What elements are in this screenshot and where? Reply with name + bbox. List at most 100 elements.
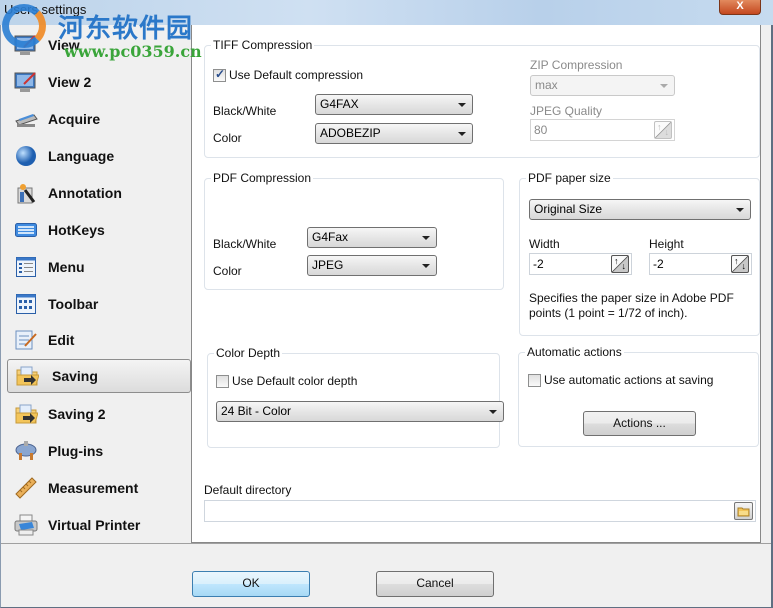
sidebar-item-label: Language: [48, 147, 115, 164]
tiff-color-select[interactable]: ADOBEZIP: [315, 123, 473, 144]
edit-document-icon: [14, 328, 38, 352]
jpeg-quality-label: JPEG Quality: [530, 104, 603, 118]
sidebar-item-annotation[interactable]: Annotation: [7, 175, 191, 210]
pdf-compression-group: PDF Compression Black/White G4Fax Color …: [204, 171, 504, 290]
sidebar-item-menu[interactable]: Menu: [7, 249, 191, 284]
close-button[interactable]: X: [719, 0, 761, 15]
sidebar-item-label: Virtual Printer: [48, 516, 141, 533]
tiff-bw-select[interactable]: G4FAX: [315, 94, 473, 115]
pdf-color-label: Color: [213, 264, 242, 278]
sidebar-item-hotkeys[interactable]: HotKeys: [7, 212, 191, 247]
spinner-value: -2: [653, 257, 664, 271]
sidebar-item-view-2[interactable]: View 2: [7, 64, 191, 99]
pdf-bw-select[interactable]: G4Fax: [307, 227, 437, 248]
select-value: ADOBEZIP: [320, 126, 381, 140]
checkbox-label: Use Default compression: [229, 68, 364, 82]
menu-list-icon: [14, 255, 38, 279]
group-title: Color Depth: [214, 346, 283, 360]
group-title: TIFF Compression: [211, 38, 315, 52]
browse-folder-button[interactable]: [734, 502, 753, 520]
spin-arrows-icon[interactable]: ↑ ↓: [731, 255, 749, 273]
sidebar-item-label: View: [48, 36, 80, 53]
sidebar-item-measurement[interactable]: Measurement: [7, 470, 191, 505]
checkbox-unchecked-icon: [528, 373, 541, 387]
tiff-use-default-checkbox[interactable]: Use Default compression: [213, 67, 364, 82]
sidebar-item-label: Measurement: [48, 479, 139, 496]
chevron-down-icon: [458, 103, 466, 107]
actions-button[interactable]: Actions ...: [583, 411, 696, 436]
monitor-pen-icon: [14, 33, 38, 57]
spin-arrows-icon[interactable]: ↑ ↓: [611, 255, 629, 273]
spinner-value: 80: [534, 123, 548, 137]
checkbox-label: Use Default color depth: [232, 374, 358, 388]
color-depth-select[interactable]: 24 Bit - Color: [216, 401, 504, 422]
sidebar-item-plug-ins[interactable]: Plug-ins: [7, 433, 191, 468]
folder-icon: [737, 507, 749, 516]
select-value: JPEG: [312, 258, 344, 272]
sidebar-item-acquire[interactable]: Acquire: [7, 101, 191, 136]
color-depth-use-default-checkbox[interactable]: Use Default color depth: [216, 374, 357, 388]
chevron-down-icon: [736, 208, 744, 212]
pdf-height-spinner[interactable]: -2 ↑ ↓: [649, 253, 752, 275]
select-value: G4Fax: [312, 230, 349, 244]
ruler-icon: [14, 476, 38, 500]
checkbox-checked-icon: [213, 67, 226, 82]
tiff-compression-group: TIFF Compression Use Default compression…: [204, 38, 760, 158]
sidebar-item-label: Toolbar: [48, 295, 99, 312]
select-value: 24 Bit - Color: [221, 404, 292, 418]
default-directory-label: Default directory: [204, 483, 292, 497]
pdf-height-label: Height: [649, 237, 684, 251]
spinner-value: -2: [533, 257, 544, 271]
saving-settings-panel: TIFF Compression Use Default compression…: [191, 25, 761, 543]
tiff-color-label: Color: [213, 131, 242, 145]
cancel-button[interactable]: Cancel: [376, 571, 494, 597]
spin-arrows-icon[interactable]: ↑ ↓: [654, 121, 672, 139]
footer-separator: [1, 543, 771, 544]
chevron-down-icon: [660, 84, 668, 88]
sidebar-item-label: Plug-ins: [48, 442, 104, 459]
sidebar-item-language[interactable]: Language: [7, 138, 191, 173]
globe-icon: [14, 144, 38, 168]
group-title: Automatic actions: [525, 345, 624, 359]
window-title: Users settings: [4, 2, 87, 17]
default-directory-input[interactable]: [204, 500, 756, 522]
sidebar-item-saving[interactable]: Saving: [7, 359, 191, 393]
scanner-icon: [14, 107, 38, 131]
select-value: G4FAX: [320, 97, 359, 111]
pdf-color-select[interactable]: JPEG: [307, 255, 437, 276]
sidebar-item-edit[interactable]: Edit: [7, 322, 191, 357]
chevron-down-icon: [489, 410, 497, 414]
pdf-paper-size-group: PDF paper size Original Size Width -2 ↑ ↓…: [519, 171, 760, 336]
sidebar-item-virtual-printer[interactable]: Virtual Printer: [7, 507, 191, 542]
annotation-wand-icon: [14, 181, 38, 205]
chevron-down-icon: [422, 264, 430, 268]
pdf-width-spinner[interactable]: -2 ↑ ↓: [529, 253, 632, 275]
sidebar-item-label: Saving: [52, 368, 98, 384]
settings-window: View View 2 Acquire Language Annotation …: [0, 25, 773, 608]
select-value: Original Size: [534, 202, 603, 216]
pdf-paper-size-description: Specifies the paper size in Adobe PDF po…: [529, 291, 734, 320]
use-automatic-actions-checkbox[interactable]: Use automatic actions at saving: [528, 373, 713, 387]
sidebar-item-saving-2[interactable]: Saving 2: [7, 396, 191, 431]
title-bar: Users settings X: [0, 0, 773, 25]
toolbar-grid-icon: [14, 292, 38, 316]
checkbox-label: Use automatic actions at saving: [544, 373, 714, 387]
sidebar-item-view[interactable]: View: [7, 27, 191, 62]
sidebar: View View 2 Acquire Language Annotation …: [5, 25, 191, 543]
printer-icon: [14, 513, 38, 537]
ok-button[interactable]: OK: [192, 571, 310, 597]
color-depth-group: Color Depth Use Default color depth 24 B…: [207, 346, 504, 448]
plug-icon: [14, 439, 38, 463]
sidebar-item-label: Annotation: [48, 184, 122, 201]
zip-compression-label: ZIP Compression: [530, 58, 623, 72]
group-title: PDF paper size: [526, 171, 613, 185]
select-value: max: [535, 78, 558, 92]
sidebar-item-toolbar[interactable]: Toolbar: [7, 286, 191, 321]
sidebar-item-label: Acquire: [48, 110, 101, 127]
chevron-down-icon: [422, 236, 430, 240]
pdf-paper-size-select[interactable]: Original Size: [529, 199, 751, 220]
zip-compression-select[interactable]: max: [530, 75, 675, 96]
monitor-pen-icon: [14, 70, 38, 94]
pdf-bw-label: Black/White: [213, 237, 277, 251]
jpeg-quality-spinner[interactable]: 80 ↑ ↓: [530, 119, 675, 141]
